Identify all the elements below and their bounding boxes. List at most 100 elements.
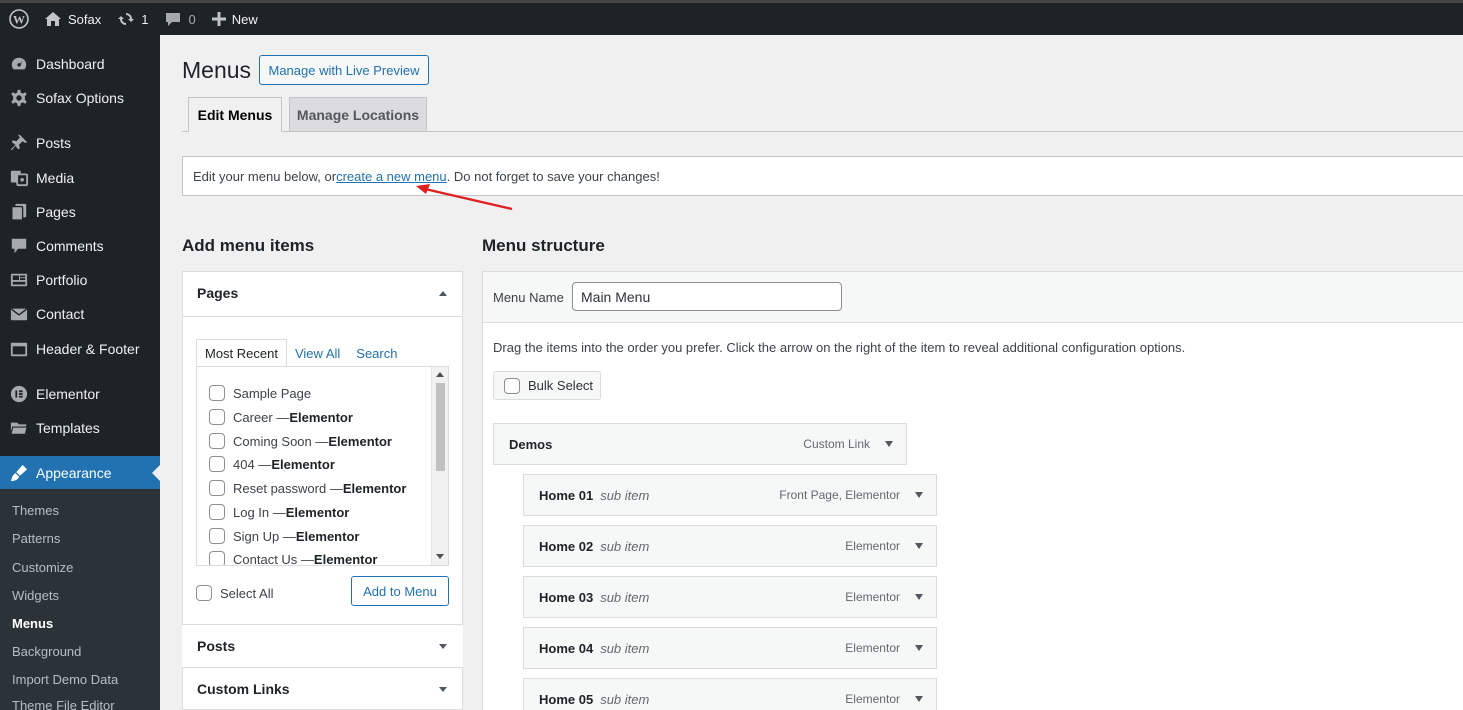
sidebar-item-sofax-options[interactable]: Sofax Options xyxy=(0,81,160,115)
new-content-link[interactable]: New xyxy=(204,3,266,35)
updates-link[interactable]: 1 xyxy=(109,3,156,35)
list-item[interactable]: Coming Soon — Elementor xyxy=(209,433,392,449)
checkbox[interactable] xyxy=(209,504,225,520)
wordpress-logo-icon[interactable]: W xyxy=(2,3,36,35)
menu-name-input[interactable]: Main Menu xyxy=(572,282,842,311)
list-item[interactable]: Contact Us — Elementor xyxy=(209,551,378,566)
tab-edit-menus[interactable]: Edit Menus xyxy=(188,97,282,132)
comment-icon xyxy=(0,237,36,255)
comments-link[interactable]: 0 xyxy=(156,3,203,35)
add-to-menu-button[interactable]: Add to Menu xyxy=(351,576,449,606)
menu-item-type: Custom Link xyxy=(803,437,870,451)
menu-item-subtitle: sub item xyxy=(600,487,650,503)
submenu-import-demo-data[interactable]: Import Demo Data xyxy=(12,672,118,687)
expand-arrow-icon[interactable] xyxy=(915,645,923,651)
checkbox[interactable] xyxy=(209,456,225,472)
checkbox[interactable] xyxy=(209,551,225,565)
submenu-themes[interactable]: Themes xyxy=(12,503,59,518)
sidebar-item-label: Templates xyxy=(36,420,100,436)
expand-arrow-icon[interactable] xyxy=(439,687,447,692)
checkbox[interactable] xyxy=(209,528,225,544)
checkbox[interactable] xyxy=(209,480,225,496)
tab-most-recent[interactable]: Most Recent xyxy=(196,339,287,367)
menu-item-home-04[interactable]: Home 04 sub item Elementor xyxy=(523,627,937,669)
submenu-background[interactable]: Background xyxy=(12,644,81,659)
menu-item-home-01[interactable]: Home 01 sub item Front Page, Elementor xyxy=(523,474,937,516)
bulk-select-button[interactable]: Bulk Select xyxy=(493,371,601,400)
page-title-text: 404 — xyxy=(233,456,272,472)
checkbox[interactable] xyxy=(209,385,225,401)
menu-item-subtitle: sub item xyxy=(600,589,650,605)
create-new-menu-link[interactable]: create a new menu xyxy=(336,169,447,184)
page-title-text: Sign Up — xyxy=(233,528,296,544)
sidebar-item-label: Pages xyxy=(36,204,76,220)
dashboard-icon xyxy=(0,55,36,73)
sidebar-item-header-footer[interactable]: Header & Footer xyxy=(0,332,160,366)
portfolio-icon xyxy=(0,271,36,289)
sidebar-item-pages[interactable]: Pages xyxy=(0,195,160,229)
page-title-text: Coming Soon — xyxy=(233,433,329,449)
submenu-menus[interactable]: Menus xyxy=(12,616,53,631)
submenu-widgets[interactable]: Widgets xyxy=(12,588,59,603)
bulk-select-checkbox[interactable] xyxy=(504,377,520,394)
comment-bubble-icon xyxy=(164,11,182,27)
menu-item-home-05[interactable]: Home 05 sub item Elementor xyxy=(523,678,937,710)
sidebar-item-portfolio[interactable]: Portfolio xyxy=(0,263,160,297)
pin-icon xyxy=(0,134,36,152)
folder-icon xyxy=(0,419,36,437)
submenu-patterns[interactable]: Patterns xyxy=(12,531,60,546)
page-type-text: Elementor xyxy=(313,551,378,566)
sidebar-item-dashboard[interactable]: Dashboard xyxy=(0,47,160,81)
drag-instructions: Drag the items into the order you prefer… xyxy=(493,340,1186,355)
checkbox[interactable] xyxy=(209,409,225,425)
brush-icon xyxy=(0,464,36,482)
list-item[interactable]: Reset password — Elementor xyxy=(209,480,406,496)
collapse-arrow-icon[interactable] xyxy=(439,291,447,296)
list-scrollbar[interactable] xyxy=(431,367,448,565)
add-menu-items-heading: Add menu items xyxy=(182,236,315,255)
list-item[interactable]: Career — Elementor xyxy=(209,409,353,425)
list-item[interactable]: Sign Up — Elementor xyxy=(209,528,359,544)
expand-arrow-icon[interactable] xyxy=(439,644,447,649)
list-item[interactable]: 404 — Elementor xyxy=(209,456,335,472)
appearance-submenu: Themes Patterns Customize Widgets Menus … xyxy=(0,489,160,710)
checkbox[interactable] xyxy=(209,433,225,449)
sidebar-item-comments[interactable]: Comments xyxy=(0,229,160,263)
menu-item-home-03[interactable]: Home 03 sub item Elementor xyxy=(523,576,937,618)
tab-search[interactable]: Search xyxy=(348,339,405,367)
submenu-theme-file-editor[interactable]: Theme File Editor xyxy=(12,698,115,710)
menu-item-home-02[interactable]: Home 02 sub item Elementor xyxy=(523,525,937,567)
sidebar-item-elementor[interactable]: Elementor xyxy=(0,377,160,411)
scrollbar-thumb[interactable] xyxy=(436,383,445,471)
page-type-text: Elementor xyxy=(295,528,360,544)
submenu-customize[interactable]: Customize xyxy=(12,560,73,575)
page-type-text: Elementor xyxy=(342,480,407,496)
expand-arrow-icon[interactable] xyxy=(915,594,923,600)
sidebar-item-appearance[interactable]: Appearance xyxy=(0,456,160,490)
list-item[interactable]: Sample Page xyxy=(209,385,311,401)
scroll-up-arrow-icon[interactable] xyxy=(436,372,444,377)
tab-manage-locations[interactable]: Manage Locations xyxy=(289,97,427,132)
expand-arrow-icon[interactable] xyxy=(915,696,923,702)
manage-live-preview-button[interactable]: Manage with Live Preview xyxy=(259,55,429,85)
sidebar-item-media[interactable]: Media xyxy=(0,161,160,195)
select-all-checkbox[interactable] xyxy=(196,585,212,601)
expand-arrow-icon[interactable] xyxy=(915,492,923,498)
select-all-row[interactable]: Select All xyxy=(196,585,273,601)
plus-icon xyxy=(211,12,226,26)
page-type-text: Elementor xyxy=(271,456,335,472)
sidebar-item-posts[interactable]: Posts xyxy=(0,126,160,160)
custom-links-accordion-title: Custom Links xyxy=(197,681,290,697)
menu-item-type: Front Page, Elementor xyxy=(779,488,900,502)
list-item[interactable]: Log In — Elementor xyxy=(209,504,349,520)
sidebar-item-contact[interactable]: Contact xyxy=(0,297,160,331)
expand-arrow-icon[interactable] xyxy=(915,543,923,549)
tab-view-all[interactable]: View All xyxy=(287,339,348,367)
expand-arrow-icon[interactable] xyxy=(885,441,893,447)
menu-item-demos[interactable]: Demos Custom Link xyxy=(493,423,907,465)
site-name-link[interactable]: Sofax xyxy=(36,3,109,35)
sidebar-item-label: Header & Footer xyxy=(36,341,140,357)
elementor-icon xyxy=(0,385,36,403)
scroll-down-arrow-icon[interactable] xyxy=(436,554,444,559)
sidebar-item-templates[interactable]: Templates xyxy=(0,411,160,445)
